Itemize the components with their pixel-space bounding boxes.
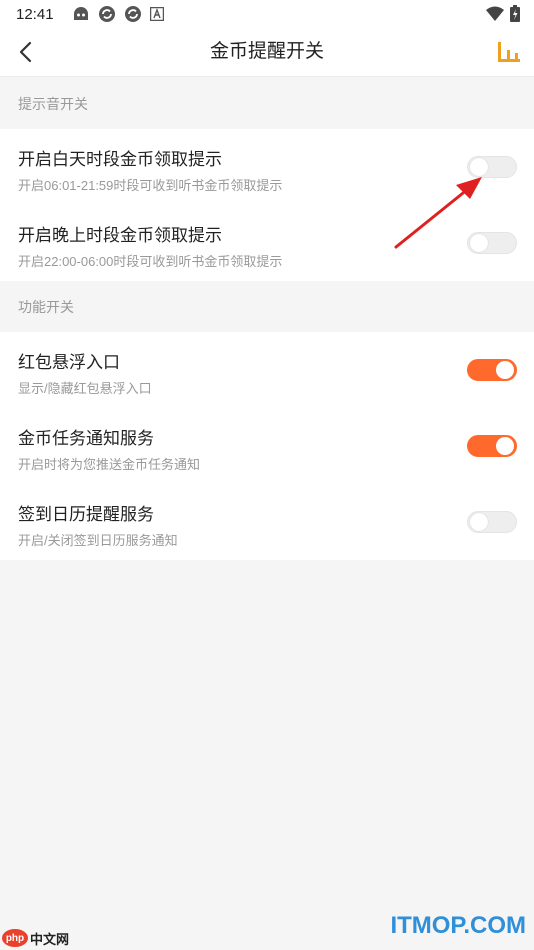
toggle-switch-checkin[interactable] <box>467 511 517 533</box>
toggle-knob <box>496 361 514 379</box>
toggle-knob <box>470 513 488 531</box>
stats-bar-icon[interactable] <box>496 40 522 64</box>
setting-subtitle: 开启06:01-21:59时段可收到听书金币领取提示 <box>18 178 283 193</box>
robot-icon <box>73 7 88 20</box>
setting-title: 金币任务通知服务 <box>18 429 154 448</box>
setting-subtitle: 开启时将为您推送金币任务通知 <box>18 457 201 472</box>
setting-subtitle: 开启/关闭签到日历服务通知 <box>18 533 178 548</box>
annotation-arrow-icon <box>394 177 482 249</box>
status-notification-icons <box>72 5 164 23</box>
toggle-switch-coin-task[interactable] <box>467 435 517 457</box>
toggle-knob <box>496 437 514 455</box>
status-right-icons <box>486 5 520 22</box>
setting-title: 开启白天时段金币领取提示 <box>18 150 222 169</box>
setting-subtitle: 开启22:00-06:00时段可收到听书金币领取提示 <box>18 254 283 269</box>
watermark-left: php 中文网 <box>2 928 69 948</box>
setting-title: 红包悬浮入口 <box>18 353 120 372</box>
app-bar: 金币提醒开关 <box>0 28 534 77</box>
setting-row-red-packet-entry: 红包悬浮入口 显示/隐藏红包悬浮入口 <box>0 332 534 408</box>
section-header-sound: 提示音开关 <box>18 96 88 112</box>
setting-row-coin-task-notify: 金币任务通知服务 开启时将为您推送金币任务通知 <box>0 408 534 484</box>
battery-icon <box>510 5 520 22</box>
setting-title: 签到日历提醒服务 <box>18 505 154 524</box>
a-icon <box>149 7 164 21</box>
sync-icon <box>98 6 115 22</box>
setting-title: 开启晚上时段金币领取提示 <box>18 226 222 245</box>
sync-icon <box>124 6 141 22</box>
setting-row-checkin-calendar: 签到日历提醒服务 开启/关闭签到日历服务通知 <box>0 484 534 560</box>
toggle-switch-red-packet[interactable] <box>467 359 517 381</box>
wifi-icon <box>486 6 504 21</box>
watermark-badge: php <box>2 929 28 947</box>
section-header-features: 功能开关 <box>18 299 74 315</box>
settings-group-features: 红包悬浮入口 显示/隐藏红包悬浮入口 金币任务通知服务 开启时将为您推送金币任务… <box>0 332 534 560</box>
page-title: 金币提醒开关 <box>209 41 324 62</box>
status-time: 12:41 <box>16 5 54 23</box>
setting-subtitle: 显示/隐藏红包悬浮入口 <box>18 381 152 396</box>
watermark-text: 中文网 <box>30 931 70 947</box>
watermark-right: ITMOP.COM <box>390 912 526 939</box>
status-bar: 12:41 <box>0 0 534 28</box>
